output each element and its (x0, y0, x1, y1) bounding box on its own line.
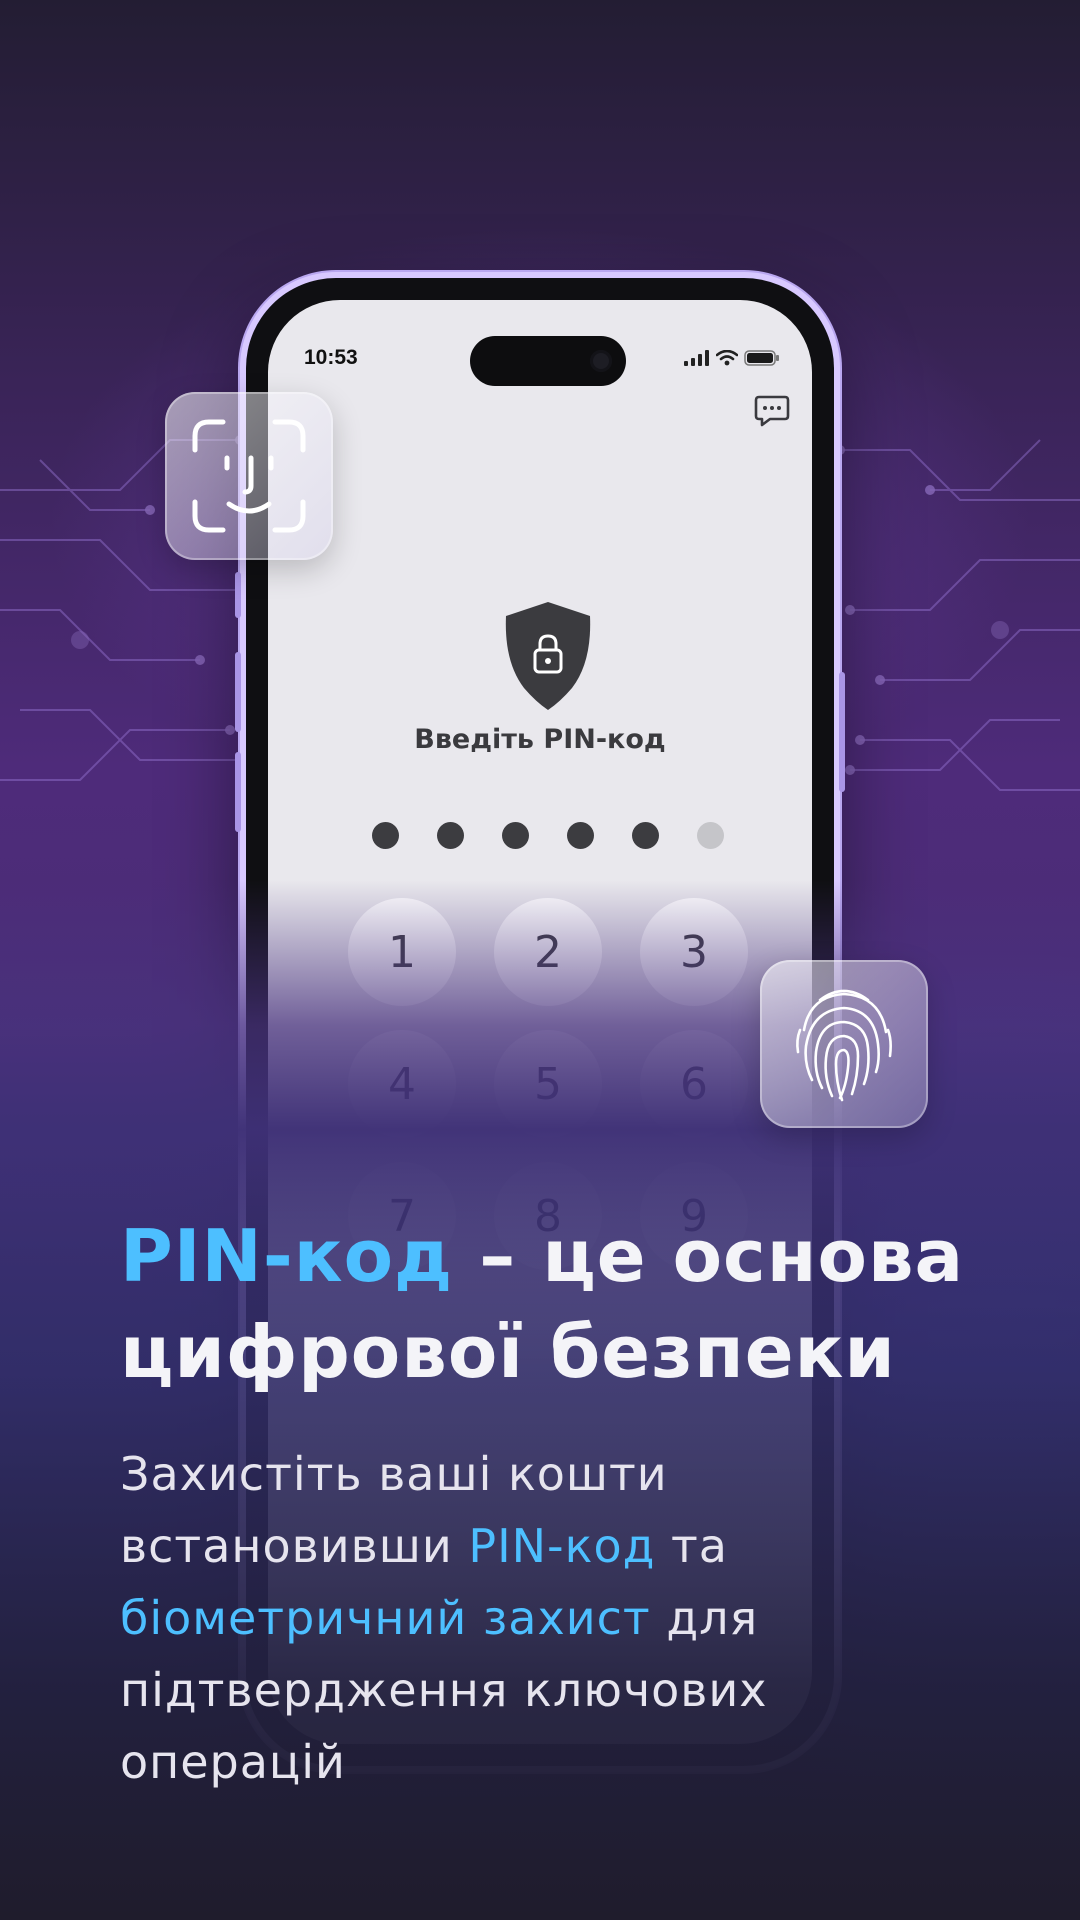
headline: PIN-код – це основа цифрової безпеки (120, 1208, 1000, 1400)
face-id-icon (192, 419, 306, 533)
headline-line2: цифрової безпеки (120, 1310, 896, 1394)
description: Захистіть ваші кошти встановивши PIN-код… (120, 1438, 1000, 1798)
pin-dot-filled (372, 822, 399, 849)
phone-action-button (235, 572, 241, 618)
pin-dot-empty (697, 822, 724, 849)
phone-volume-up-button (235, 652, 241, 732)
camera-icon (590, 350, 612, 372)
status-time: 10:53 (304, 346, 358, 369)
description-accent-pin: PIN-код (468, 1519, 656, 1573)
pin-dots (372, 822, 724, 849)
shield-lock-icon (505, 602, 591, 710)
status-icons (684, 350, 780, 366)
pin-dot-filled (437, 822, 464, 849)
phone-volume-down-button (235, 752, 241, 832)
phone-power-button (839, 672, 845, 792)
description-accent-biometric: біометричний захист (120, 1591, 651, 1645)
chat-bubble-icon[interactable] (754, 394, 790, 428)
headline-accent: PIN-код (120, 1214, 454, 1298)
pin-dot-filled (567, 822, 594, 849)
signal-icon (684, 350, 709, 366)
fingerprint-icon (796, 989, 892, 1102)
pin-dot-filled (632, 822, 659, 849)
description-part2: та (655, 1519, 728, 1573)
battery-icon (744, 350, 779, 366)
headline-line1-rest: – це основа (453, 1214, 965, 1298)
fingerprint-tile (760, 960, 928, 1128)
pin-dot-filled (502, 822, 529, 849)
dynamic-island (470, 336, 626, 386)
pin-title: Введіть PIN-код (414, 724, 666, 755)
wifi-icon (716, 350, 738, 366)
face-id-tile (165, 392, 333, 560)
